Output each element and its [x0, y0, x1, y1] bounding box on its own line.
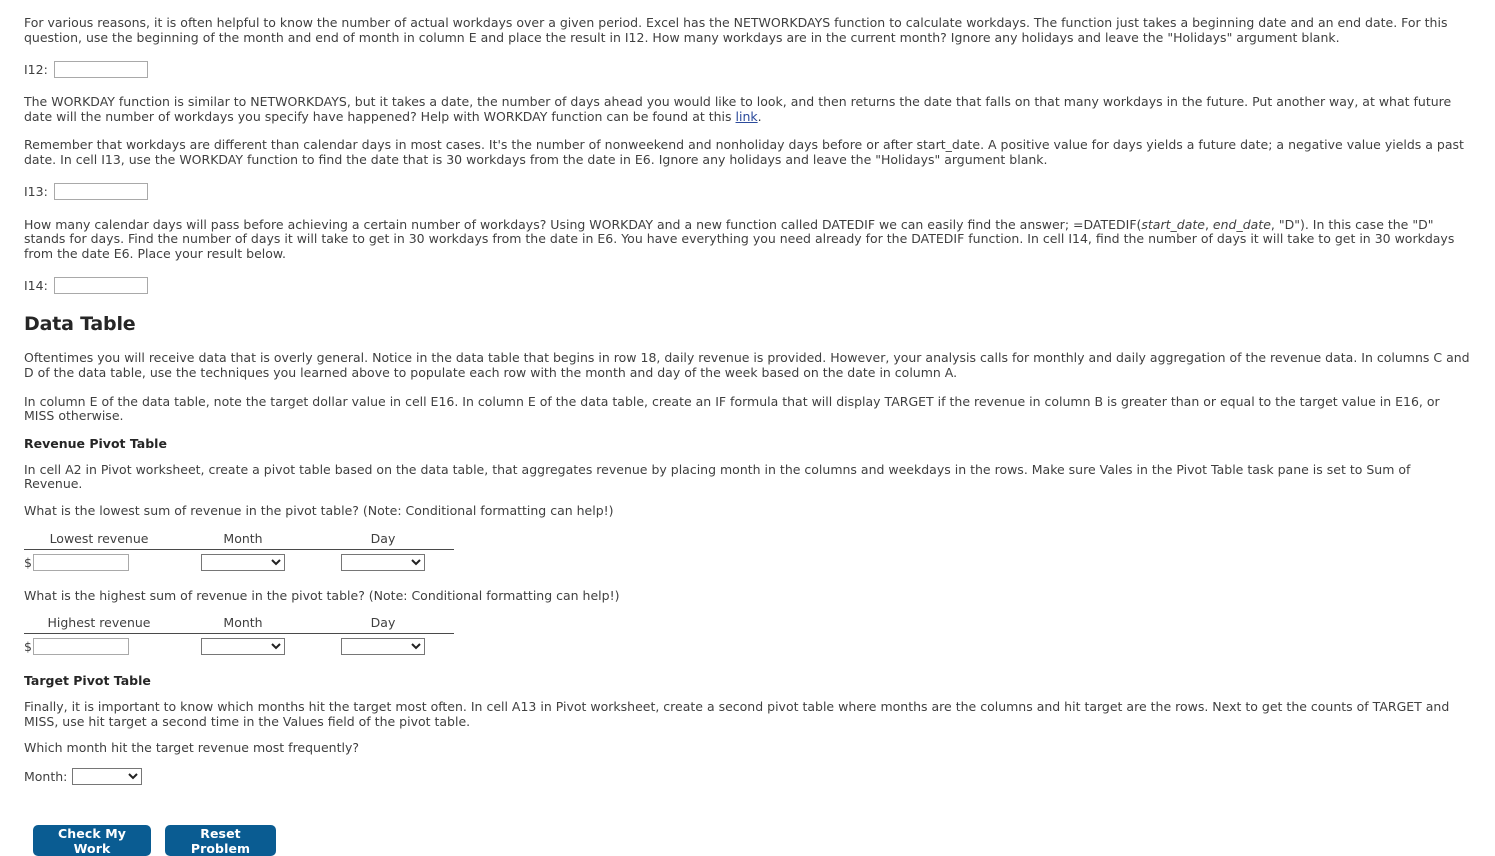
lowest-dollar-sign: $: [24, 554, 32, 570]
highest-month-cell: [174, 634, 312, 656]
lowest-revenue-question: What is the lowest sum of revenue in the…: [24, 502, 614, 518]
highest-dollar-sign: $: [24, 639, 32, 655]
lowest-header-day: Day: [312, 530, 454, 550]
networkdays-intro-paragraph: For various reasons, it is often helpful…: [24, 15, 1448, 45]
month-label: Month:: [24, 768, 68, 784]
highest-month-select[interactable]: [201, 638, 285, 656]
datedif-end-date-arg: end_date: [1212, 216, 1271, 232]
target-pivot-intro-paragraph: Finally, it is important to know which m…: [24, 699, 1450, 729]
target-pivot-heading: Target Pivot Table: [24, 673, 151, 689]
i13-label: I13:: [24, 184, 48, 200]
highest-revenue-question: What is the highest sum of revenue in th…: [24, 587, 620, 603]
highest-header-day: Day: [312, 615, 454, 635]
lowest-day-cell: [312, 549, 454, 571]
workday-intro-text-b: .: [757, 108, 762, 124]
highest-header-revenue: Highest revenue: [24, 615, 174, 635]
lowest-month-select[interactable]: [201, 553, 285, 571]
highest-revenue-cell: $: [24, 634, 174, 656]
i14-input[interactable]: [53, 276, 148, 294]
lowest-table-row: $: [24, 549, 454, 571]
workday-help-link[interactable]: link: [736, 109, 758, 124]
check-my-work-button[interactable]: Check My Work: [33, 824, 151, 856]
revenue-pivot-intro-paragraph: In cell A2 in Pivot worksheet, create a …: [24, 461, 1411, 492]
highest-table-header-row: Highest revenue Month Day: [24, 615, 454, 635]
problem-page: For various reasons, it is often helpful…: [0, 0, 1495, 856]
highest-revenue-table: Highest revenue Month Day $: [24, 615, 454, 656]
which-month-question: Which month hit the target revenue most …: [24, 740, 359, 756]
month-select[interactable]: [72, 767, 143, 785]
lowest-header-month: Month: [174, 530, 312, 550]
lowest-revenue-cell: $: [24, 549, 174, 571]
revenue-pivot-heading: Revenue Pivot Table: [24, 435, 167, 451]
lowest-revenue-table: Lowest revenue Month Day $: [24, 530, 454, 571]
lowest-month-cell: [174, 549, 312, 571]
i13-input[interactable]: [53, 183, 148, 201]
workday-detail-paragraph: Remember that workdays are different tha…: [24, 137, 1464, 167]
lowest-revenue-input[interactable]: [32, 553, 129, 571]
reset-problem-button[interactable]: Reset Problem: [165, 824, 276, 856]
i12-label: I12:: [24, 61, 48, 77]
highest-table-row: $: [24, 634, 454, 656]
highest-day-cell: [312, 634, 454, 656]
i12-input[interactable]: [53, 60, 148, 78]
i14-label: I14:: [24, 277, 48, 293]
month-answer-row: Month:: [24, 767, 1471, 785]
datedif-paragraph: How many calendar days will pass before …: [24, 216, 1471, 262]
highest-revenue-input[interactable]: [32, 638, 129, 656]
datedif-text-a: How many calendar days will pass before …: [24, 216, 1142, 232]
highest-header-month: Month: [174, 615, 312, 635]
workday-intro-paragraph: The WORKDAY function is similar to NETWO…: [24, 94, 1471, 124]
data-table-intro-paragraph: Oftentimes you will receive data that is…: [24, 350, 1470, 380]
lowest-header-revenue: Lowest revenue: [24, 530, 174, 550]
datedif-separator: ,: [1204, 216, 1213, 232]
answer-row-i12: I12:: [24, 59, 1471, 79]
lowest-day-select[interactable]: [341, 553, 425, 571]
datedif-start-date-arg: start_date: [1141, 216, 1205, 232]
lowest-table-header-row: Lowest revenue Month Day: [24, 530, 454, 550]
answer-row-i13: I13:: [24, 182, 1471, 202]
answer-row-i14: I14:: [24, 275, 1471, 295]
action-button-row: Check My Work Reset Problem: [24, 824, 1471, 856]
highest-day-select[interactable]: [341, 638, 425, 656]
target-column-paragraph: In column E of the data table, note the …: [24, 393, 1440, 424]
data-table-heading: Data Table: [24, 313, 136, 336]
